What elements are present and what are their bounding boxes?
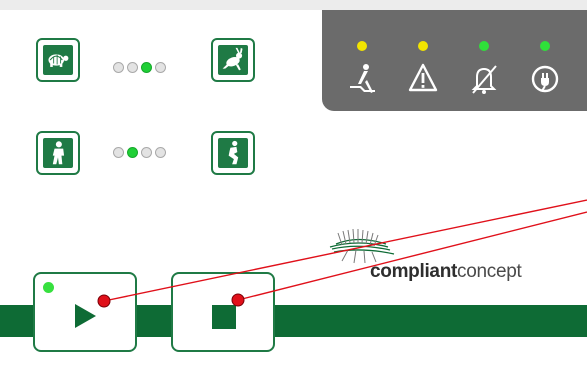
- rabbit-icon: [218, 45, 248, 75]
- stop-button[interactable]: [171, 272, 275, 352]
- stride-long-button[interactable]: [211, 131, 255, 175]
- status-led: [479, 41, 489, 51]
- status-alarm-muted: [464, 10, 504, 110]
- level-dot: [113, 62, 124, 73]
- level-dot: [113, 147, 124, 158]
- play-icon: [75, 304, 96, 328]
- stride-short-button[interactable]: [36, 131, 80, 175]
- stop-icon: [212, 305, 236, 329]
- logo-text-bold: compliant: [370, 261, 458, 282]
- status-power: [525, 10, 565, 110]
- status-led: [418, 41, 428, 51]
- walking-figure-icon: [43, 138, 73, 168]
- status-panel: [322, 10, 587, 111]
- level-dot: [127, 147, 138, 158]
- status-warning: [403, 10, 443, 110]
- alarm-muted-bell-icon: [471, 65, 497, 94]
- speed-slow-button[interactable]: [36, 38, 80, 82]
- stride-level-indicator: [113, 147, 166, 158]
- play-button[interactable]: [33, 272, 137, 352]
- logo-text-light: concept: [457, 261, 522, 282]
- status-person-reclining: [342, 10, 382, 110]
- person-reclining-icon: [350, 64, 375, 93]
- logo-text: compliantconcept: [370, 261, 522, 283]
- logo-bristle-graphic: [329, 228, 395, 264]
- speed-level-indicator: [113, 62, 166, 73]
- level-dot: [141, 62, 152, 73]
- status-led: [540, 41, 550, 51]
- power-plug-icon: [531, 65, 559, 93]
- compliant-concept-logo: compliantconcept: [322, 225, 582, 285]
- level-dot: [127, 62, 138, 73]
- crouching-figure-icon: [218, 138, 248, 168]
- level-dot: [155, 147, 166, 158]
- speed-fast-button[interactable]: [211, 38, 255, 82]
- level-dot: [141, 147, 152, 158]
- power-led: [43, 282, 54, 293]
- top-strip: [0, 0, 587, 10]
- level-dot: [155, 62, 166, 73]
- turtle-icon: [43, 45, 73, 75]
- warning-triangle-icon: [408, 63, 438, 92]
- status-led: [357, 41, 367, 51]
